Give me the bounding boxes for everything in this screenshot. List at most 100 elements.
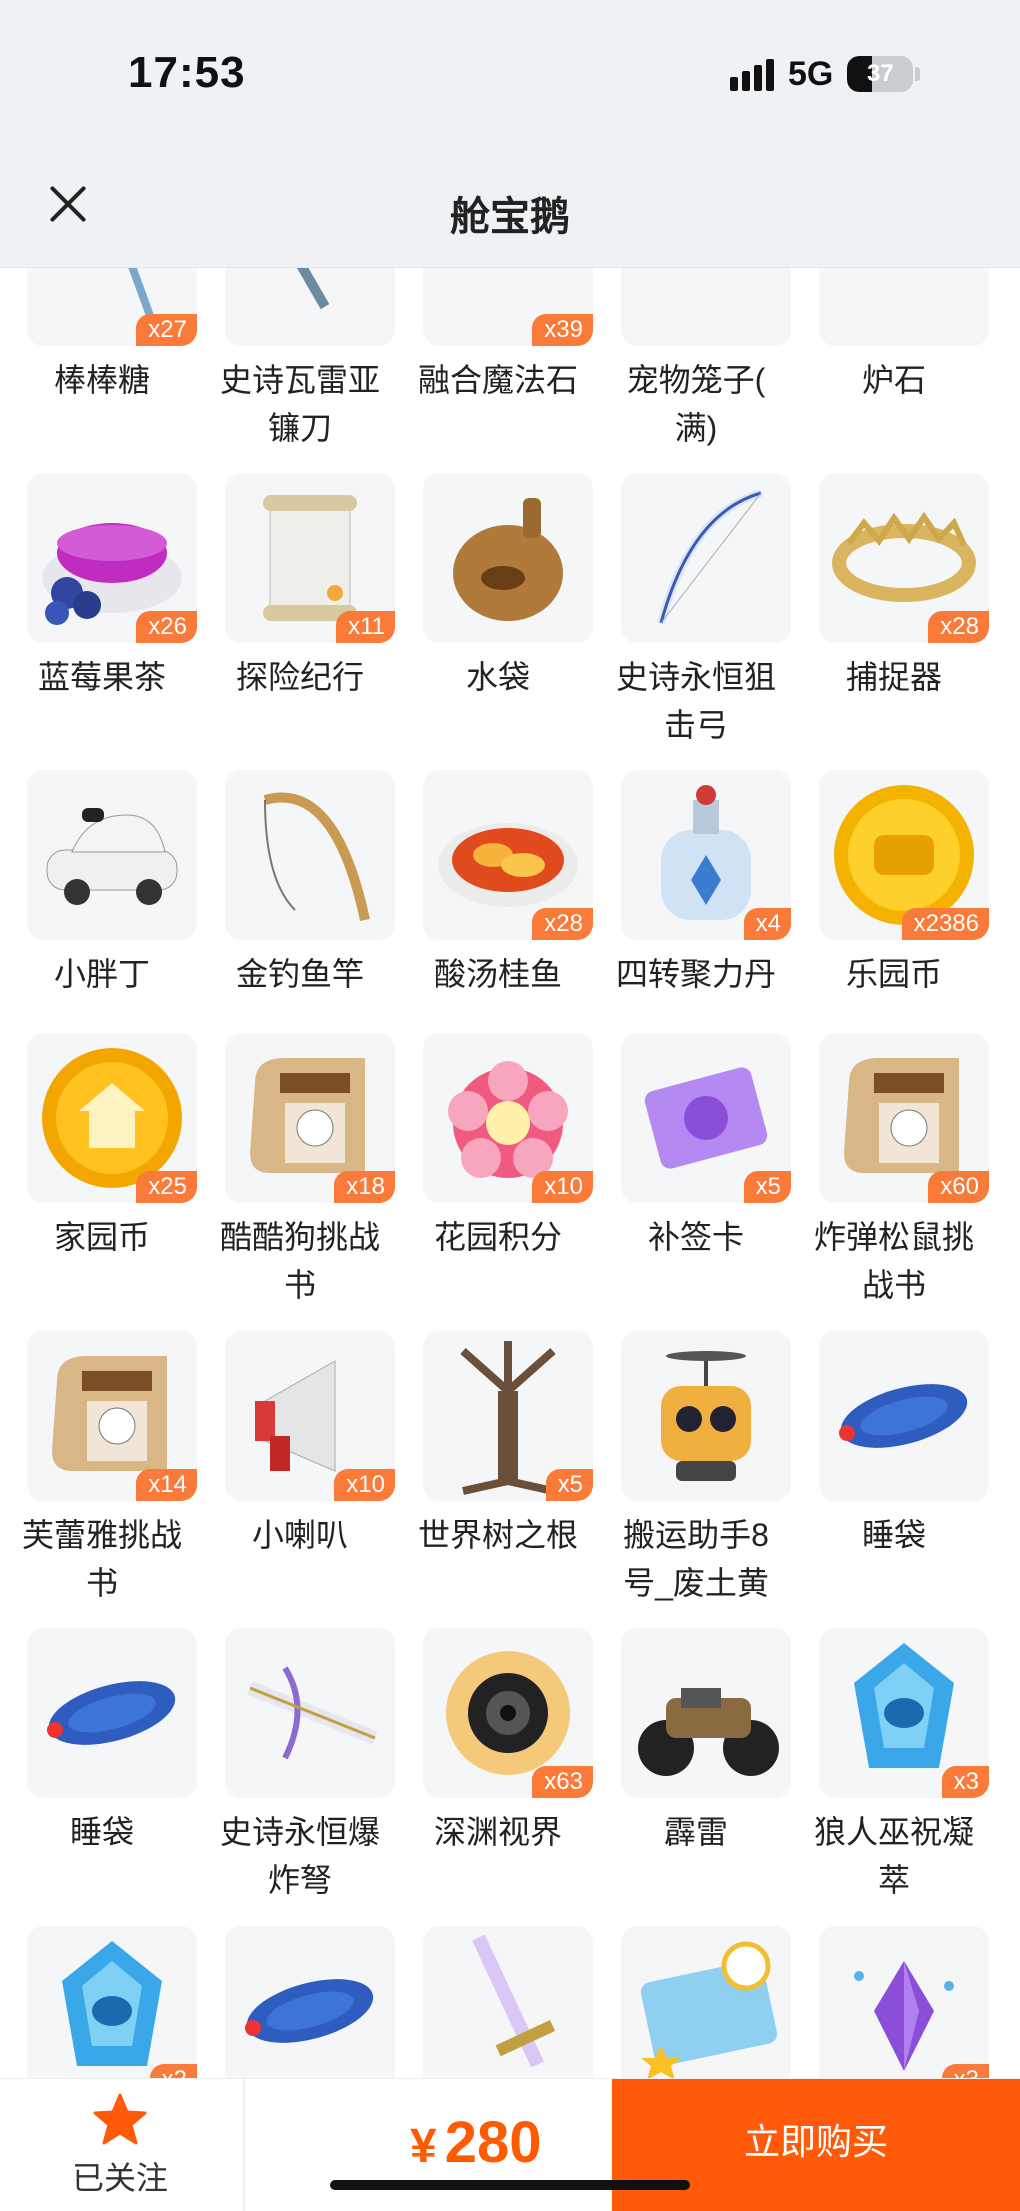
item-tile	[819, 268, 989, 346]
item-count-badge: x10	[334, 1469, 395, 1501]
item-name: 深渊视界	[433, 1814, 562, 1850]
item-name: 史诗永恒狙 击弓	[615, 659, 776, 743]
item-tile: x10	[423, 1033, 593, 1203]
crossbow-icon	[247, 1666, 378, 1760]
item-name: 宠物笼子(满)	[626, 362, 766, 446]
follow-button[interactable]: 已关注	[40, 2093, 200, 2203]
water-bag-icon	[453, 498, 563, 621]
item-name: 探险纪行	[235, 659, 364, 695]
item-tile: x28	[819, 473, 989, 643]
item-tile	[423, 473, 593, 643]
battery-level: 37	[867, 60, 894, 87]
motorcycle-icon	[638, 1688, 779, 1776]
item-tile	[225, 268, 395, 346]
item-tile: x5	[423, 1331, 593, 1501]
item-name: 芙蕾雅挑战书	[21, 1517, 182, 1601]
item-tile	[621, 1926, 791, 2078]
item-name: 乐园币	[845, 956, 942, 992]
status-bar: 17:53 5G 37	[0, 0, 1020, 150]
item-count-badge: x2386	[901, 908, 989, 940]
item-count-badge: x27	[136, 314, 197, 346]
fishing-rod-icon	[263, 792, 370, 922]
currency-symbol: ¥	[410, 2120, 437, 2173]
rename-card-icon	[640, 1941, 778, 2078]
item-tile: x2386	[819, 770, 989, 940]
item-name: 花园积分	[433, 1219, 562, 1255]
item-name: 霹雷	[663, 1814, 728, 1850]
item-tile: x28	[423, 770, 593, 940]
network-label: 5G	[788, 54, 834, 93]
item-tile	[819, 1331, 989, 1501]
item-count-badge: x18	[334, 1171, 395, 1203]
home-indicator	[330, 2180, 690, 2190]
battery-icon: 37	[847, 56, 914, 92]
item-name: 搬运助手8 号_废土黄	[623, 1517, 769, 1601]
item-tile: x5	[621, 1033, 791, 1203]
follow-label: 已关注	[71, 2160, 168, 2196]
item-name: 酷酷狗挑战书	[219, 1219, 380, 1303]
item-count-badge: x2	[149, 2064, 197, 2078]
item-name: 睡袋	[861, 1517, 926, 1553]
item-name: 史诗瓦雷亚 镰刀	[219, 362, 380, 446]
page-title: 舱宝鹅	[450, 195, 570, 239]
pet-cage-icon	[621, 268, 791, 346]
item-tile: x10	[225, 1331, 395, 1501]
item-count-badge: x60	[928, 1171, 989, 1203]
item-tile	[27, 770, 197, 940]
item-count-badge: x14	[136, 1469, 197, 1501]
item-count-badge: x63	[532, 1766, 593, 1798]
item-tile: x18	[225, 1033, 395, 1203]
item-name: 狼人巫祝凝萃	[813, 1814, 974, 1898]
item-count-badge: x3	[941, 2064, 989, 2078]
item-count-badge: x28	[532, 908, 593, 940]
item-tile: x25	[27, 1033, 197, 1203]
item-count-badge: x28	[928, 611, 989, 643]
bow-icon	[657, 489, 763, 625]
item-name: 睡袋	[69, 1814, 134, 1850]
item-tile: x11	[225, 473, 395, 643]
item-name: 炉石	[861, 362, 926, 398]
signal-icon	[730, 57, 774, 91]
status-time: 17:53	[128, 48, 246, 97]
sword-icon	[472, 1934, 556, 2068]
item-tile: x27	[27, 268, 197, 346]
price-value: 280	[444, 2110, 542, 2175]
item-tile: x39	[423, 268, 593, 346]
item-name: 棒棒糖	[53, 362, 150, 398]
item-tile	[225, 1926, 395, 2078]
item-name: 家园币	[53, 1219, 150, 1255]
sleeping-bag-icon	[839, 1384, 968, 1448]
battery-tip	[915, 67, 921, 81]
item-tile	[225, 1628, 395, 1798]
item-tile	[621, 1331, 791, 1501]
hearthstone-icon	[819, 268, 989, 346]
car-icon	[46, 808, 178, 905]
buy-now-button[interactable]: 立即购买	[612, 2079, 1020, 2211]
item-name: 四转聚力丹	[615, 956, 776, 992]
item-name: 补签卡	[647, 1219, 744, 1255]
item-name: 小喇叭	[251, 1517, 348, 1553]
star-icon	[93, 2093, 147, 2145]
item-count-badge: x25	[136, 1171, 197, 1203]
item-name: 水袋	[465, 659, 530, 695]
item-name: 酸汤桂鱼	[433, 956, 562, 992]
item-name: 小胖丁	[53, 956, 150, 992]
bottom-bar: 已关注 ¥280 立即购买	[0, 2078, 1020, 2211]
item-grid[interactable]: x27 棒棒糖 史诗瓦雷亚 镰刀 x39 融合魔法石 宠物笼子(满) 炉石 x26 蓝莓果茶 x11…	[0, 268, 1020, 2078]
item-name: 世界树之根	[417, 1517, 578, 1553]
item-count-badge: x26	[136, 611, 197, 643]
purple-gem-icon	[854, 1961, 954, 2071]
item-count-badge: x4	[743, 908, 791, 940]
item-name: 金钓鱼竿	[235, 956, 364, 992]
item-count-badge: x11	[336, 611, 395, 643]
item-name: 炸弹松鼠挑 战书	[813, 1219, 974, 1303]
item-tile	[27, 1628, 197, 1798]
item-tile: x63	[423, 1628, 593, 1798]
scythe-icon	[250, 268, 330, 310]
item-tile	[225, 770, 395, 940]
item-tile: x26	[27, 473, 197, 643]
sleeping-bag-icon	[245, 1979, 374, 2043]
divider	[243, 2079, 245, 2211]
nav-bar: 舱宝鹅	[0, 150, 1020, 268]
item-tile: x4	[621, 770, 791, 940]
